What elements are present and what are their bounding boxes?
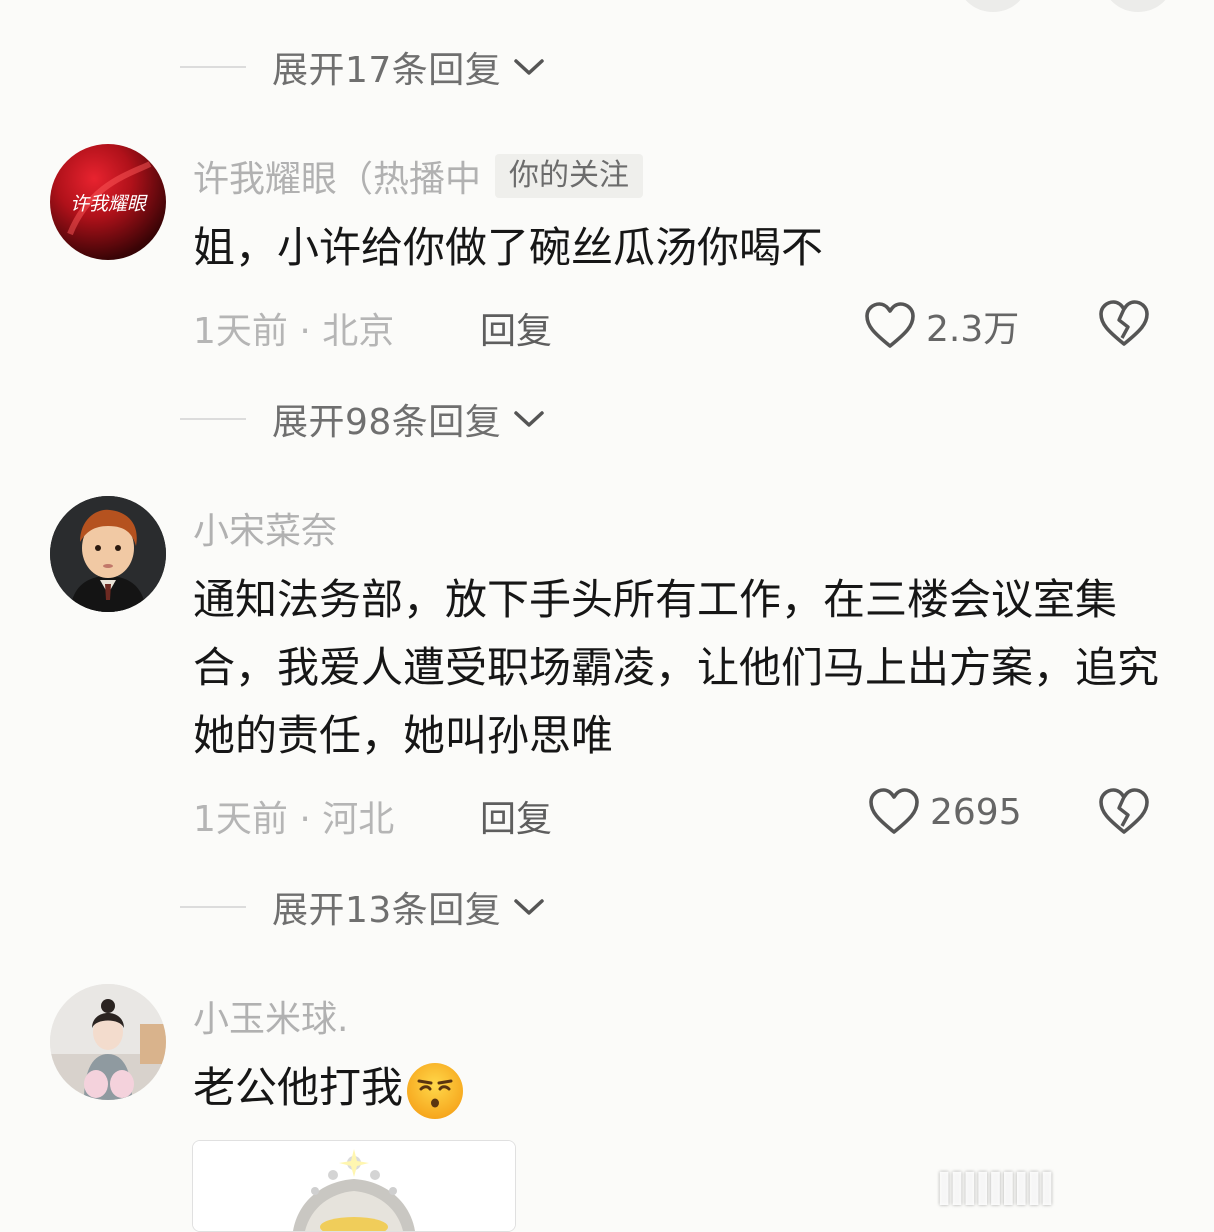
chevron-down-icon (514, 899, 545, 915)
avatar[interactable] (50, 984, 166, 1100)
reply-button[interactable]: 回复 (480, 302, 552, 354)
top-action-circle-right[interactable] (1103, 0, 1173, 12)
chevron-down-icon (514, 59, 545, 75)
whistling-face-emoji (407, 1062, 464, 1119)
comment-image-attachment[interactable] (192, 1140, 516, 1232)
watermark: ▌▌▌▌▌▌▌▌▌ (940, 1172, 1060, 1205)
comment-text: 姐，小许给你做了碗丝瓜汤你喝不 (193, 223, 824, 272)
expand-replies-button[interactable]: 展开17条回复 (180, 42, 547, 92)
comment-username[interactable]: 小玉米球. (193, 990, 348, 1042)
comment-text: 通知法务部，放下手头所有工作，在三楼会议室集合，我爱人遭受职场霸凌，让他们马上出… (193, 575, 1160, 760)
divider-line (180, 66, 246, 68)
comment-username[interactable]: 小宋菜奈 (193, 502, 337, 554)
comment-time-location: 1天前 · 河北 (193, 799, 395, 840)
comment-text: 老公他打我 (193, 1054, 1163, 1122)
comment-username[interactable]: 许我耀眼（热播中 你的关注 (193, 150, 644, 202)
like-button[interactable]: 2695 (868, 788, 1022, 836)
avatar-art: 许我耀眼 (67, 161, 152, 236)
reply-button[interactable]: 回复 (480, 790, 552, 842)
avatar[interactable]: 许我耀眼 (50, 144, 166, 260)
expand-replies-button[interactable]: 展开98条回复 (180, 394, 547, 444)
tiara-image (193, 1141, 515, 1231)
avatar[interactable] (50, 496, 166, 612)
like-count: 2695 (930, 791, 1022, 833)
divider-line (180, 906, 246, 908)
heart-icon (865, 302, 915, 348)
svg-text:许我耀眼: 许我耀眼 (70, 193, 148, 215)
expand-replies-button[interactable]: 展开13条回复 (180, 882, 547, 932)
like-count: 2.3万 (926, 309, 1020, 350)
heart-icon (869, 788, 919, 834)
avatar-portrait (50, 984, 166, 1100)
dislike-broken-heart-icon[interactable] (1098, 788, 1150, 836)
avatar-portrait (50, 496, 166, 612)
top-action-circle-left[interactable] (958, 0, 1028, 12)
following-badge: 你的关注 (495, 154, 644, 198)
divider-line (180, 418, 246, 420)
dislike-broken-heart-icon[interactable] (1098, 300, 1150, 348)
comment-time-location: 1天前 · 北京 (193, 311, 395, 352)
like-button[interactable]: 2.3万 (864, 300, 1019, 352)
chevron-down-icon (514, 411, 545, 427)
